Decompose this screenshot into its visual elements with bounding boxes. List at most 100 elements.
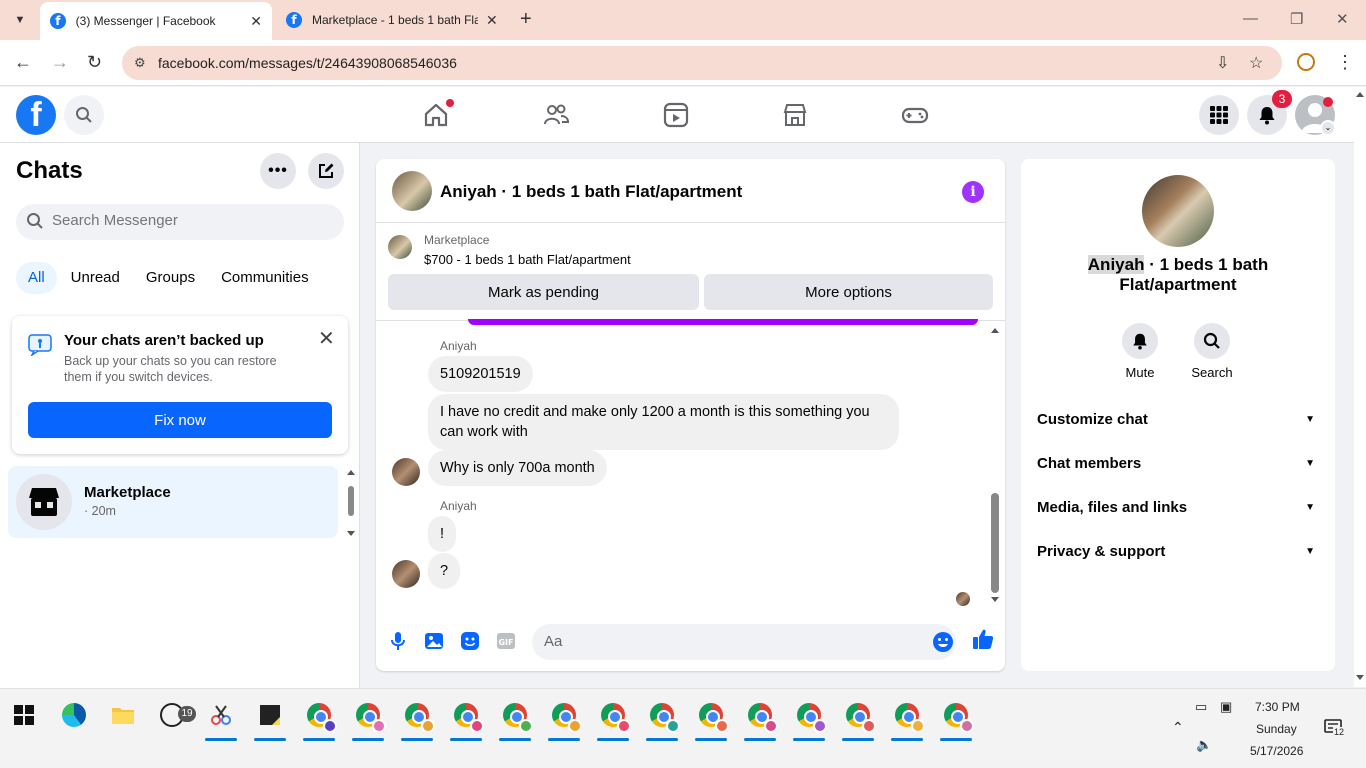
chrome-profile-1-icon[interactable]	[301, 697, 337, 741]
marketplace-icon[interactable]	[781, 101, 809, 129]
listing-thumbnail[interactable]	[388, 235, 412, 259]
file-explorer-icon[interactable]	[105, 697, 141, 733]
chrome-profile-14-icon[interactable]	[938, 697, 974, 741]
snipping-tool-icon[interactable]	[203, 697, 239, 741]
media-files-links-section[interactable]: Media, files and links ▼	[1037, 499, 1319, 523]
bookmark-star-icon[interactable]: ☆	[1249, 53, 1263, 73]
fix-now-button[interactable]: Fix now	[28, 402, 332, 438]
browser-menu-icon[interactable]: ⋮	[1336, 52, 1354, 73]
microphone-icon[interactable]	[388, 631, 408, 651]
mark-as-pending-button[interactable]: Mark as pending	[388, 274, 699, 310]
listing-title[interactable]: $700 - 1 beds 1 bath Flat/apartment	[424, 252, 631, 267]
network-icon[interactable]: ▣	[1220, 699, 1232, 715]
edge-browser-icon[interactable]	[56, 697, 92, 733]
volume-icon[interactable]: 🔈	[1196, 737, 1212, 753]
new-message-button[interactable]	[308, 153, 344, 189]
chrome-profile-9-icon[interactable]	[693, 697, 729, 741]
message-bubble[interactable]: ?	[428, 553, 461, 589]
clock-date[interactable]: 5/17/2026	[1250, 744, 1303, 758]
browser-profile-icon[interactable]	[1297, 53, 1315, 71]
message-input[interactable]	[544, 633, 904, 650]
address-bar[interactable]: ⚙ facebook.com/messages/t/24643908068546…	[122, 46, 1282, 80]
back-arrow-icon[interactable]: ←	[14, 52, 32, 73]
message-bubble[interactable]: !	[428, 516, 457, 552]
listing-profile-photo[interactable]	[1142, 175, 1214, 247]
message-bubble[interactable]: Why is only 700a month	[428, 450, 607, 486]
chrome-profile-12-icon[interactable]	[840, 697, 876, 741]
minimize-window-icon[interactable]: —	[1243, 10, 1258, 27]
chrome-profile-11-icon[interactable]	[791, 697, 827, 741]
chrome-profile-2-icon[interactable]	[350, 697, 386, 741]
search-action[interactable]: Search	[1182, 323, 1242, 380]
filter-all[interactable]: All	[16, 262, 57, 294]
photo-icon[interactable]	[424, 631, 444, 651]
reload-icon[interactable]: ↻	[87, 52, 102, 73]
bell-icon[interactable]	[1122, 323, 1158, 359]
chrome-profile-6-icon[interactable]	[546, 697, 582, 741]
page-scrollbar[interactable]	[1354, 87, 1366, 687]
message-bubble[interactable]: 5109201519	[428, 356, 533, 392]
thumbs-up-icon[interactable]	[972, 628, 994, 650]
more-options-button[interactable]: More options	[704, 274, 993, 310]
messenger-search[interactable]	[16, 204, 344, 240]
chat-list-scrollbar[interactable]	[346, 468, 356, 538]
sticky-notes-icon[interactable]	[252, 697, 288, 741]
close-tab-icon[interactable]: ✕	[486, 12, 498, 29]
tab-search-dropdown[interactable]: ▼	[8, 8, 32, 32]
message-input-wrapper[interactable]	[532, 624, 956, 660]
chrome-profile-3-icon[interactable]	[399, 697, 435, 741]
notification-center-icon[interactable]: 12	[1324, 719, 1346, 740]
customize-chat-section[interactable]: Customize chat ▼	[1037, 411, 1319, 435]
account-chevron-down-icon[interactable]: ⌄	[1320, 120, 1336, 136]
new-tab-button[interactable]: +	[520, 8, 532, 31]
friends-icon[interactable]	[542, 101, 570, 129]
close-icon[interactable]: ✕	[318, 326, 335, 351]
battery-icon[interactable]: ▭	[1195, 699, 1207, 715]
video-icon[interactable]	[662, 101, 690, 129]
site-info-icon[interactable]: ⚙	[134, 55, 146, 71]
chrome-profile-13-icon[interactable]	[889, 697, 925, 741]
tab-messenger[interactable]: f (3) Messenger | Facebook ✕	[40, 2, 272, 40]
listing-avatar[interactable]	[392, 171, 432, 211]
chrome-profile-7-icon[interactable]	[595, 697, 631, 741]
show-hidden-icons-chevron-up-icon[interactable]: ⌃	[1172, 719, 1184, 736]
chevron-down-icon: ▼	[1305, 458, 1315, 469]
install-app-icon[interactable]: ⇩	[1216, 53, 1229, 73]
info-icon[interactable]: i	[962, 181, 984, 203]
forward-arrow-icon[interactable]: →	[51, 52, 69, 73]
emoji-icon[interactable]	[932, 631, 954, 653]
facebook-logo-icon[interactable]: f	[16, 95, 56, 135]
menu-grid-icon[interactable]	[1199, 95, 1239, 135]
privacy-support-section[interactable]: Privacy & support ▼	[1037, 543, 1319, 567]
chrome-profile-10-icon[interactable]	[742, 697, 778, 741]
chat-options-button[interactable]: •••	[260, 153, 296, 189]
gaming-icon[interactable]	[901, 101, 929, 129]
sender-avatar[interactable]	[392, 560, 420, 588]
filter-unread[interactable]: Unread	[59, 262, 132, 294]
windows-start-icon[interactable]	[6, 697, 42, 733]
url-text[interactable]: facebook.com/messages/t/2464390806854603…	[158, 55, 457, 71]
message-bubble[interactable]: I have no credit and make only 1200 a mo…	[428, 394, 899, 450]
tab-marketplace[interactable]: f Marketplace - 1 beds 1 bath Flat/apart…	[276, 0, 508, 40]
search-icon[interactable]	[1194, 323, 1230, 359]
clock-time[interactable]: 7:30 PM	[1255, 700, 1300, 714]
filter-groups[interactable]: Groups	[134, 262, 207, 294]
message-scrollbar[interactable]	[988, 325, 1002, 607]
filter-communities[interactable]: Communities	[209, 262, 321, 294]
clock-day[interactable]: Sunday	[1256, 722, 1297, 736]
search-messenger-input[interactable]	[52, 212, 332, 229]
sticker-icon[interactable]	[460, 631, 480, 651]
restore-window-icon[interactable]: ❐	[1290, 10, 1303, 28]
chrome-profile-4-icon[interactable]	[448, 697, 484, 741]
chrome-profile-5-icon[interactable]	[497, 697, 533, 741]
search-icon[interactable]	[64, 95, 104, 135]
mute-action[interactable]: Mute	[1110, 323, 1170, 380]
close-window-icon[interactable]: ✕	[1336, 10, 1349, 28]
conversation-title[interactable]: Aniyah · 1 beds 1 bath Flat/apartment	[440, 182, 742, 202]
sender-avatar[interactable]	[392, 458, 420, 486]
close-tab-icon[interactable]: ✕	[250, 13, 262, 30]
gif-icon[interactable]: GIF	[496, 631, 516, 651]
chrome-profile-8-icon[interactable]	[644, 697, 680, 741]
chat-members-section[interactable]: Chat members ▼	[1037, 455, 1319, 479]
chat-list-item[interactable]: Marketplace · 20m	[8, 466, 338, 538]
